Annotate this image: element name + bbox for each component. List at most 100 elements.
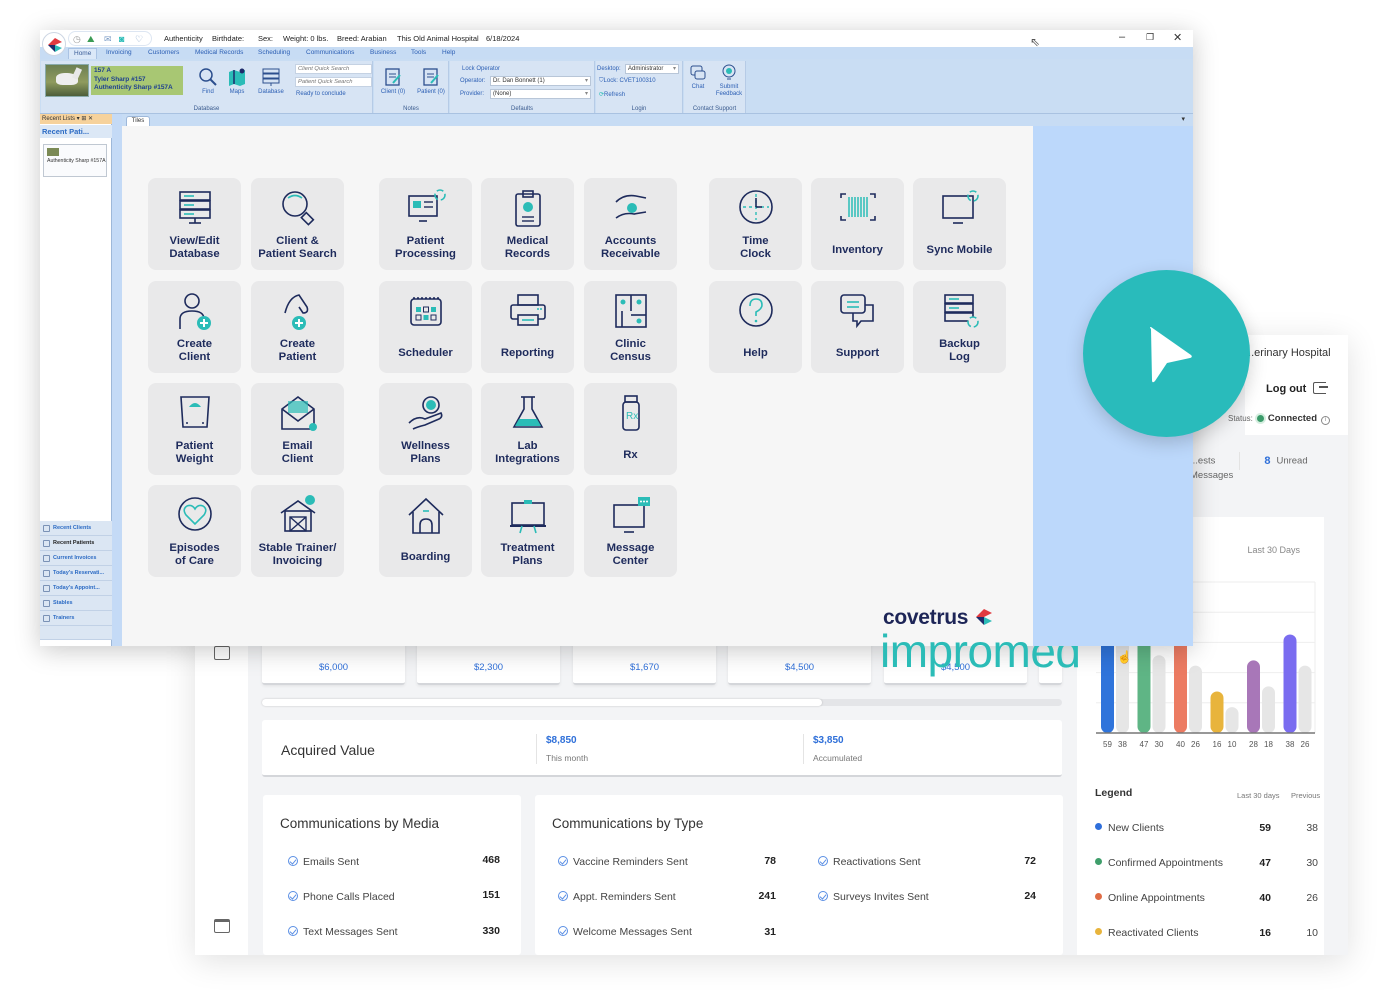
- check-circle-icon: [818, 891, 828, 901]
- tile-rx[interactable]: Rx Rx: [584, 383, 677, 475]
- unread-messages[interactable]: ...ests 8 Unread Messages: [1190, 452, 1348, 481]
- tab-communications[interactable]: Communications: [306, 49, 354, 56]
- help-icon: [739, 293, 773, 327]
- find-button[interactable]: Find: [197, 67, 219, 95]
- tile-accounts-receivable[interactable]: Accounts Receivable: [584, 178, 677, 270]
- lock-operator-button[interactable]: Lock Operator: [462, 66, 500, 72]
- client-quick-search[interactable]: [295, 64, 372, 74]
- money-card[interactable]: $1,670: [573, 643, 716, 685]
- tab-tools[interactable]: Tools: [411, 49, 426, 56]
- tile-inventory[interactable]: Inventory: [811, 178, 904, 270]
- tile-reporting[interactable]: Reporting: [481, 281, 574, 373]
- nav-stables[interactable]: Stables: [40, 596, 112, 611]
- client-notes-button[interactable]: Client (0): [377, 67, 409, 95]
- play-button[interactable]: [1083, 270, 1250, 437]
- tile-treatment-plans[interactable]: Treatment Plans: [481, 485, 574, 577]
- nav-item-label: Stables: [53, 600, 73, 606]
- money-card[interactable]: $2,300: [417, 643, 560, 685]
- chat-button[interactable]: Chat: [687, 64, 709, 90]
- heart-icon[interactable]: ♡: [135, 34, 143, 45]
- minimize-button[interactable]: –: [1119, 31, 1125, 43]
- horizontal-scrollbar[interactable]: [262, 699, 1062, 706]
- tab-help[interactable]: Help: [442, 49, 455, 56]
- logout-button[interactable]: Log out: [1266, 383, 1306, 395]
- tile-lab-integrations[interactable]: Lab Integrations: [481, 383, 574, 475]
- tab-scheduling[interactable]: Scheduling: [258, 49, 290, 56]
- tile-support[interactable]: Support: [811, 281, 904, 373]
- tile-patient-processing[interactable]: Patient Processing: [379, 178, 472, 270]
- legend-col-previous: Previous: [1291, 791, 1321, 800]
- money-card[interactable]: $6,000: [262, 643, 405, 685]
- patient-notes-button[interactable]: Patient (0): [414, 67, 448, 95]
- submit-feedback-button[interactable]: Submit Feedback: [714, 64, 744, 98]
- app-orb-logo[interactable]: [42, 32, 66, 56]
- this-month-label: This month: [546, 753, 589, 763]
- nav-overflow[interactable]: [40, 626, 112, 640]
- logout-icon[interactable]: [1313, 382, 1328, 394]
- info-icon[interactable]: i: [1321, 416, 1330, 425]
- tile-patient-weight[interactable]: Patient Weight: [148, 383, 241, 475]
- scrollbar-thumb[interactable]: [262, 699, 822, 706]
- restore-button[interactable]: ❐: [1146, 32, 1154, 43]
- refresh-button[interactable]: ⟳Refresh: [599, 91, 625, 98]
- maps-button[interactable]: Maps: [225, 67, 249, 95]
- window-icon[interactable]: [214, 919, 230, 933]
- patient-info[interactable]: 157 A Tyler Sharp #157 Authenticity Sharp …: [91, 66, 183, 95]
- pane-splitter[interactable]: [112, 114, 122, 646]
- tile-message-center[interactable]: Message Center: [584, 485, 677, 577]
- tab-business[interactable]: Business: [370, 49, 396, 56]
- mountain-icon[interactable]: ⛰: [87, 34, 95, 45]
- pane-title[interactable]: Recent Pati...: [40, 125, 112, 138]
- tile-episodes-of-care[interactable]: Episodes of Care: [148, 485, 241, 577]
- envelope-icon[interactable]: ✉: [104, 34, 112, 45]
- tile-time-clock[interactable]: Time Clock: [709, 178, 802, 270]
- tile-create-patient[interactable]: Create Patient: [251, 281, 344, 373]
- tab-dropdown-icon[interactable]: ▾: [1181, 115, 1185, 123]
- clock-icon[interactable]: ◷: [73, 34, 81, 45]
- title-birthdate: Birthdate:: [212, 34, 245, 43]
- tile-scheduler[interactable]: Scheduler: [379, 281, 472, 373]
- database-button[interactable]: Database: [255, 67, 287, 95]
- tile-boarding[interactable]: Boarding: [379, 485, 472, 577]
- status-dropdown[interactable]: Ready to conclude: [296, 91, 346, 97]
- tile-medical-records[interactable]: Medical Records: [481, 178, 574, 270]
- tile-client-patient-search[interactable]: Client & Patient Search: [251, 178, 344, 270]
- provider-select[interactable]: (None): [490, 89, 591, 99]
- tile-sync-mobile[interactable]: Sync Mobile: [913, 178, 1006, 270]
- title-breed: Breed: Arabian: [337, 34, 387, 43]
- tab-customers[interactable]: Customers: [148, 49, 179, 56]
- accumulated-label: Accumulated: [813, 753, 863, 763]
- desktop-select[interactable]: Administrator: [625, 64, 679, 74]
- tile-create-client[interactable]: Create Client: [148, 281, 241, 373]
- recent-patient-card[interactable]: Authenticity Sharp #157A: [43, 144, 107, 177]
- tile-wellness-plans[interactable]: Wellness Plans: [379, 383, 472, 475]
- tile-email-client[interactable]: Email Client: [251, 383, 344, 475]
- nav-recent-patients[interactable]: Recent Patients: [40, 536, 112, 551]
- operator-select[interactable]: Dr. Dan Bonnett (1): [490, 76, 591, 86]
- bar-previous: [1189, 665, 1202, 733]
- tab-tiles[interactable]: Tiles: [126, 116, 150, 126]
- nav-today-s-appoint-[interactable]: Today's Appoint...: [40, 581, 112, 596]
- tile-stable-trainer-invoicing[interactable]: Stable Trainer/Invoicing: [251, 485, 344, 577]
- nav-trainers[interactable]: Trainers: [40, 611, 112, 626]
- lock-button[interactable]: ⛉Lock: CVET100310: [599, 78, 656, 85]
- nav-current-invoices[interactable]: Current Invoices: [40, 551, 112, 566]
- nav-recent-clients[interactable]: Recent Clients: [40, 521, 112, 536]
- money-card[interactable]: $4,500: [728, 643, 871, 685]
- tile-label: Clinic Census: [610, 338, 651, 363]
- tile-backup-log[interactable]: Backup Log: [913, 281, 1006, 373]
- tile-clinic-census[interactable]: Clinic Census: [584, 281, 677, 373]
- tab-invoicing[interactable]: Invoicing: [106, 49, 132, 56]
- patient-photo[interactable]: [45, 64, 89, 97]
- pill-icon[interactable]: ◙: [119, 34, 124, 44]
- tab-home[interactable]: Home: [68, 48, 98, 59]
- pane-header[interactable]: Recent Lists ▾ ⊞ ✕: [40, 114, 112, 124]
- nav-today-s-reservati-[interactable]: Today's Reservati...: [40, 566, 112, 581]
- close-button[interactable]: ✕: [1173, 31, 1182, 44]
- tab-medical-records[interactable]: Medical Records: [195, 49, 243, 56]
- tile-view-edit-database[interactable]: View/Edit Database: [148, 178, 241, 270]
- tile-help[interactable]: Help: [709, 281, 802, 373]
- newspaper-icon[interactable]: [214, 646, 230, 660]
- floorplan-icon: [615, 294, 647, 328]
- patient-quick-search[interactable]: [295, 77, 372, 87]
